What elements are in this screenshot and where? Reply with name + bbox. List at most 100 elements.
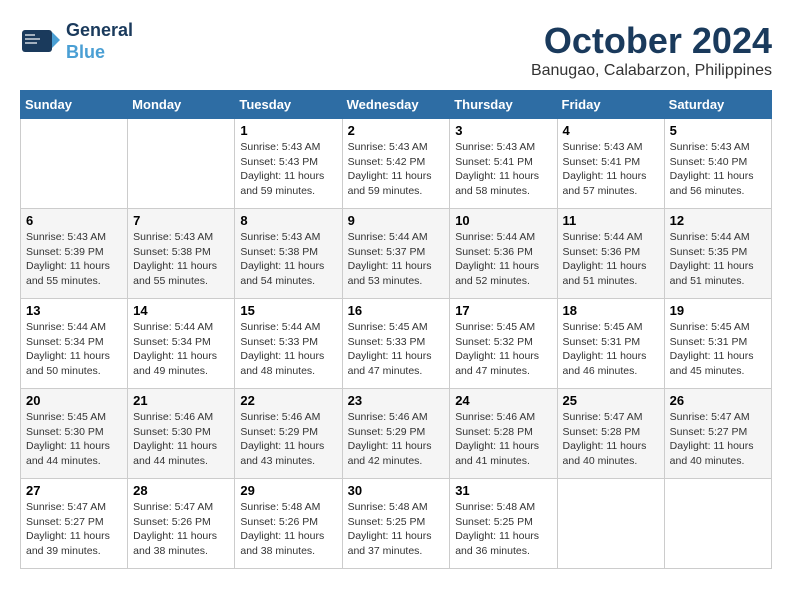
day-info: Sunrise: 5:46 AMSunset: 5:30 PMDaylight:… (133, 410, 229, 469)
calendar-cell: 4Sunrise: 5:43 AMSunset: 5:41 PMDaylight… (557, 119, 664, 209)
calendar-header: Sunday Monday Tuesday Wednesday Thursday… (21, 91, 772, 119)
logo-text: General Blue (66, 20, 133, 63)
day-number: 3 (455, 123, 551, 138)
day-info: Sunrise: 5:48 AMSunset: 5:25 PMDaylight:… (348, 500, 445, 559)
day-number: 10 (455, 213, 551, 228)
calendar-cell: 10Sunrise: 5:44 AMSunset: 5:36 PMDayligh… (450, 209, 557, 299)
calendar-week-4: 20Sunrise: 5:45 AMSunset: 5:30 PMDayligh… (21, 389, 772, 479)
day-info: Sunrise: 5:44 AMSunset: 5:34 PMDaylight:… (133, 320, 229, 379)
calendar-cell: 13 Sunrise: 5:44 AMSunset: 5:34 PMDayligh… (21, 299, 128, 389)
calendar-cell: 24 Sunrise: 5:46 AMSunset: 5:28 PMDayligh… (450, 389, 557, 479)
calendar-cell: 14 Sunrise: 5:44 AMSunset: 5:34 PMDayligh… (128, 299, 235, 389)
day-number: 17 (455, 303, 551, 318)
day-number: 7 (133, 213, 229, 228)
day-info: Sunrise: 5:44 AMSunset: 5:33 PMDaylight:… (240, 320, 336, 379)
day-info: Sunrise: 5:48 AMSunset: 5:26 PMDaylight:… (240, 500, 336, 559)
day-number: 29 (240, 483, 336, 498)
day-info: Sunrise: 5:43 AMSunset: 5:38 PMDaylight:… (240, 230, 336, 289)
calendar-cell: 17 Sunrise: 5:45 AMSunset: 5:32 PMDayligh… (450, 299, 557, 389)
calendar-cell: 16 Sunrise: 5:45 AMSunset: 5:33 PMDayligh… (342, 299, 450, 389)
logo-line1: General (66, 20, 133, 42)
header-friday: Friday (557, 91, 664, 119)
day-number: 11 (563, 213, 659, 228)
day-number: 22 (240, 393, 336, 408)
header-tuesday: Tuesday (235, 91, 342, 119)
day-number: 2 (348, 123, 445, 138)
day-info: Sunrise: 5:44 AMSunset: 5:35 PMDaylight:… (670, 230, 766, 289)
day-number: 5 (670, 123, 766, 138)
calendar-cell: 29 Sunrise: 5:48 AMSunset: 5:26 PMDayligh… (235, 479, 342, 569)
day-info: Sunrise: 5:47 AMSunset: 5:27 PMDaylight:… (670, 410, 766, 469)
day-number: 19 (670, 303, 766, 318)
calendar-cell: 26 Sunrise: 5:47 AMSunset: 5:27 PMDayligh… (664, 389, 771, 479)
day-info: Sunrise: 5:45 AMSunset: 5:31 PMDaylight:… (563, 320, 659, 379)
day-info: Sunrise: 5:46 AMSunset: 5:29 PMDaylight:… (348, 410, 445, 469)
day-number: 14 (133, 303, 229, 318)
calendar-cell: 30 Sunrise: 5:48 AMSunset: 5:25 PMDayligh… (342, 479, 450, 569)
month-title: October 2024 (531, 20, 772, 62)
day-number: 6 (26, 213, 122, 228)
calendar-body: 1Sunrise: 5:43 AMSunset: 5:43 PMDaylight… (21, 119, 772, 569)
day-number: 26 (670, 393, 766, 408)
calendar-cell (21, 119, 128, 209)
calendar-cell: 9 Sunrise: 5:44 AMSunset: 5:37 PMDaylight… (342, 209, 450, 299)
calendar-week-2: 6 Sunrise: 5:43 AMSunset: 5:39 PMDaylight… (21, 209, 772, 299)
calendar-cell: 19 Sunrise: 5:45 AMSunset: 5:31 PMDayligh… (664, 299, 771, 389)
calendar-cell: 2 Sunrise: 5:43 AMSunset: 5:42 PMDaylight… (342, 119, 450, 209)
day-number: 18 (563, 303, 659, 318)
calendar-week-5: 27 Sunrise: 5:47 AMSunset: 5:27 PMDayligh… (21, 479, 772, 569)
calendar-cell: 11 Sunrise: 5:44 AMSunset: 5:36 PMDayligh… (557, 209, 664, 299)
header-row: Sunday Monday Tuesday Wednesday Thursday… (21, 91, 772, 119)
day-number: 8 (240, 213, 336, 228)
day-info: Sunrise: 5:48 AMSunset: 5:25 PMDaylight:… (455, 500, 551, 559)
day-info: Sunrise: 5:43 AMSunset: 5:42 PMDaylight:… (348, 140, 445, 199)
day-number: 16 (348, 303, 445, 318)
day-info: Sunrise: 5:46 AMSunset: 5:28 PMDaylight:… (455, 410, 551, 469)
calendar-cell: 6 Sunrise: 5:43 AMSunset: 5:39 PMDaylight… (21, 209, 128, 299)
day-info: Sunrise: 5:44 AMSunset: 5:36 PMDaylight:… (563, 230, 659, 289)
day-info: Sunrise: 5:44 AMSunset: 5:37 PMDaylight:… (348, 230, 445, 289)
day-number: 31 (455, 483, 551, 498)
day-info: Sunrise: 5:43 AMSunset: 5:41 PMDaylight:… (563, 140, 659, 199)
day-info: Sunrise: 5:44 AMSunset: 5:34 PMDaylight:… (26, 320, 122, 379)
day-info: Sunrise: 5:45 AMSunset: 5:32 PMDaylight:… (455, 320, 551, 379)
calendar-cell: 5 Sunrise: 5:43 AMSunset: 5:40 PMDaylight… (664, 119, 771, 209)
title-block: October 2024 Banugao, Calabarzon, Philip… (531, 20, 772, 80)
calendar-cell: 8 Sunrise: 5:43 AMSunset: 5:38 PMDaylight… (235, 209, 342, 299)
day-info: Sunrise: 5:46 AMSunset: 5:29 PMDaylight:… (240, 410, 336, 469)
calendar-cell: 31 Sunrise: 5:48 AMSunset: 5:25 PMDayligh… (450, 479, 557, 569)
calendar-cell: 22 Sunrise: 5:46 AMSunset: 5:29 PMDayligh… (235, 389, 342, 479)
day-number: 24 (455, 393, 551, 408)
calendar-cell (557, 479, 664, 569)
day-number: 28 (133, 483, 229, 498)
calendar-cell: 12Sunrise: 5:44 AMSunset: 5:35 PMDayligh… (664, 209, 771, 299)
logo-icon (20, 22, 60, 62)
logo-line2: Blue (66, 42, 105, 62)
calendar-cell: 15 Sunrise: 5:44 AMSunset: 5:33 PMDayligh… (235, 299, 342, 389)
day-number: 27 (26, 483, 122, 498)
calendar-cell (128, 119, 235, 209)
day-info: Sunrise: 5:45 AMSunset: 5:31 PMDaylight:… (670, 320, 766, 379)
header-wednesday: Wednesday (342, 91, 450, 119)
calendar-cell: 27 Sunrise: 5:47 AMSunset: 5:27 PMDayligh… (21, 479, 128, 569)
calendar-cell: 28Sunrise: 5:47 AMSunset: 5:26 PMDayligh… (128, 479, 235, 569)
day-number: 15 (240, 303, 336, 318)
day-info: Sunrise: 5:43 AMSunset: 5:38 PMDaylight:… (133, 230, 229, 289)
day-info: Sunrise: 5:47 AMSunset: 5:27 PMDaylight:… (26, 500, 122, 559)
day-number: 1 (240, 123, 336, 138)
calendar-cell: 20Sunrise: 5:45 AMSunset: 5:30 PMDayligh… (21, 389, 128, 479)
header-saturday: Saturday (664, 91, 771, 119)
day-number: 23 (348, 393, 445, 408)
calendar-table: Sunday Monday Tuesday Wednesday Thursday… (20, 90, 772, 569)
day-info: Sunrise: 5:43 AMSunset: 5:39 PMDaylight:… (26, 230, 122, 289)
header-thursday: Thursday (450, 91, 557, 119)
day-number: 13 (26, 303, 122, 318)
calendar-cell: 25Sunrise: 5:47 AMSunset: 5:28 PMDayligh… (557, 389, 664, 479)
day-info: Sunrise: 5:45 AMSunset: 5:33 PMDaylight:… (348, 320, 445, 379)
day-number: 9 (348, 213, 445, 228)
location-title: Banugao, Calabarzon, Philippines (531, 62, 772, 80)
day-number: 30 (348, 483, 445, 498)
calendar-week-1: 1Sunrise: 5:43 AMSunset: 5:43 PMDaylight… (21, 119, 772, 209)
day-info: Sunrise: 5:43 AMSunset: 5:40 PMDaylight:… (670, 140, 766, 199)
calendar-cell: 23 Sunrise: 5:46 AMSunset: 5:29 PMDayligh… (342, 389, 450, 479)
